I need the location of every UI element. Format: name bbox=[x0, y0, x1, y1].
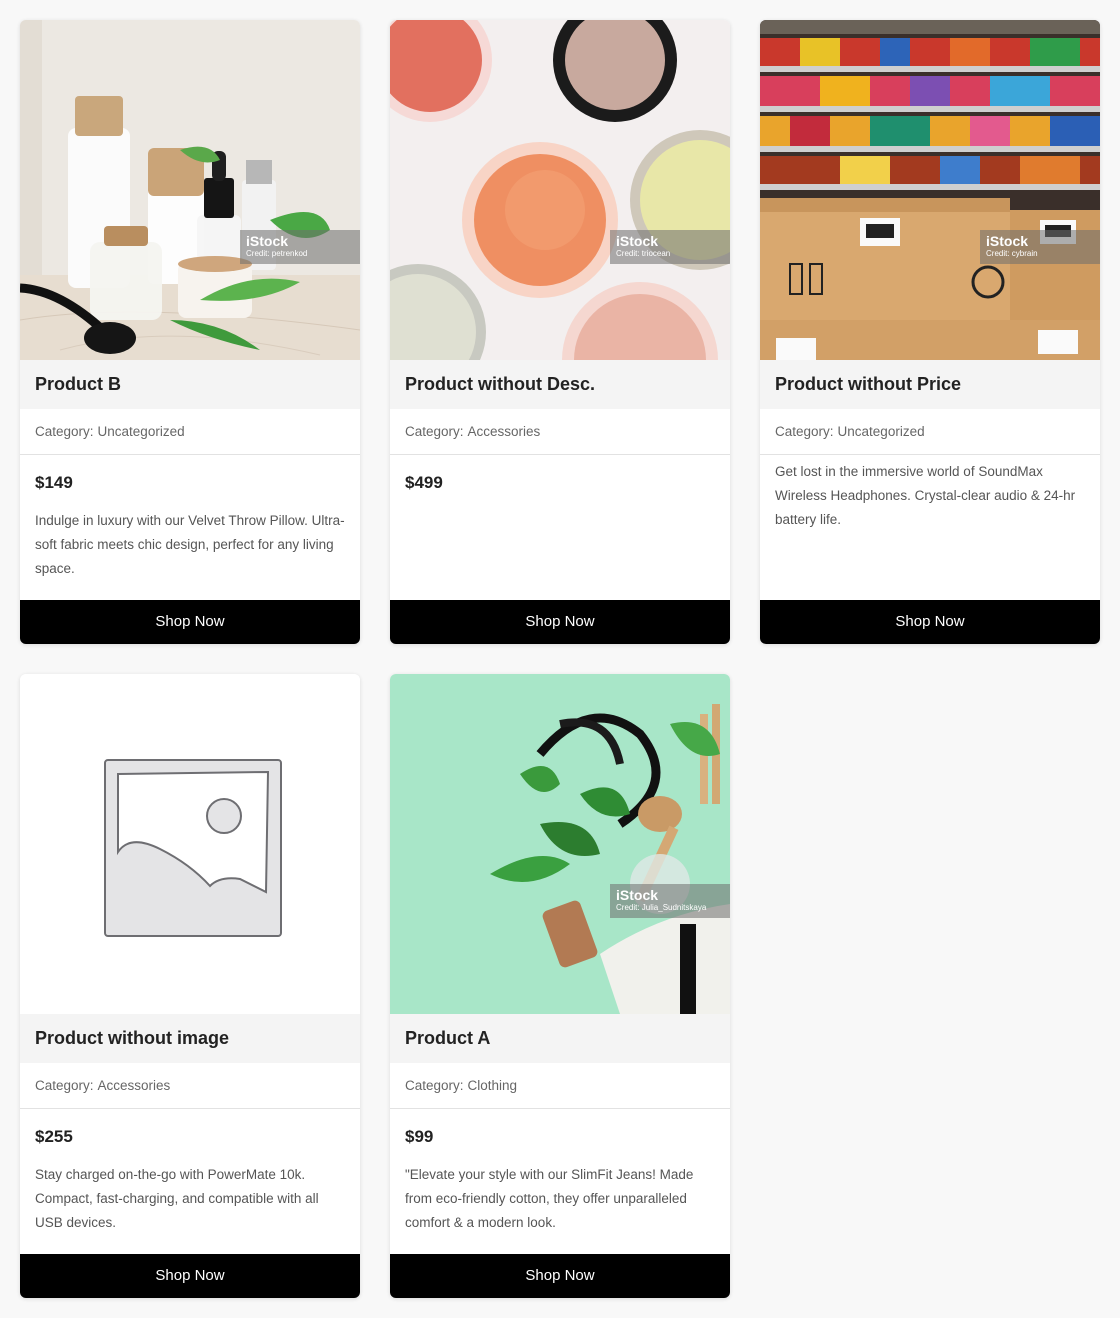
product-card: iStock Credit: triocean Product without … bbox=[390, 20, 730, 644]
product-card: Product without image Category: Accessori… bbox=[20, 674, 360, 1298]
shop-now-button[interactable]: Shop Now bbox=[760, 600, 1100, 644]
category-label: Category: bbox=[35, 424, 94, 439]
product-price: $499 bbox=[405, 473, 443, 492]
product-category: Category: Uncategorized bbox=[760, 409, 1100, 455]
watermark: iStock Credit: petrenkod bbox=[240, 230, 360, 264]
watermark: iStock Credit: cybrain bbox=[980, 230, 1100, 264]
product-description: Stay charged on-the-go with PowerMate 10… bbox=[35, 1167, 319, 1230]
product-price: $99 bbox=[405, 1127, 434, 1146]
shop-now-button[interactable]: Shop Now bbox=[20, 1254, 360, 1298]
product-image[interactable]: iStock Credit: Julia_Sudnitskaya bbox=[390, 674, 730, 1014]
category-value[interactable]: Clothing bbox=[468, 1078, 518, 1093]
product-category: Category: Accessories bbox=[390, 409, 730, 455]
watermark-credit: Credit: triocean bbox=[616, 249, 671, 258]
product-title[interactable]: Product A bbox=[390, 1014, 730, 1063]
product-image[interactable]: iStock Credit: petrenkod bbox=[20, 20, 360, 360]
product-card: iStock Credit: Julia_Sudnitskaya Product… bbox=[390, 674, 730, 1298]
product-description: "Elevate your style with our SlimFit Jea… bbox=[405, 1167, 694, 1230]
category-label: Category: bbox=[405, 424, 464, 439]
category-value[interactable]: Uncategorized bbox=[98, 424, 185, 439]
product-image[interactable]: iStock Credit: cybrain bbox=[760, 20, 1100, 360]
watermark-credit: Credit: petrenkod bbox=[246, 249, 308, 258]
product-image[interactable] bbox=[20, 674, 360, 1014]
watermark: iStock Credit: Julia_Sudnitskaya bbox=[610, 884, 730, 918]
product-category: Category: Uncategorized bbox=[20, 409, 360, 455]
product-grid: iStock Credit: petrenkod Product B Categ… bbox=[20, 20, 1100, 1298]
shop-now-button[interactable]: Shop Now bbox=[390, 1254, 730, 1298]
watermark-brand: iStock bbox=[986, 233, 1029, 249]
store-shelves-boxes-photo bbox=[760, 20, 1100, 360]
category-label: Category: bbox=[775, 424, 834, 439]
image-placeholder-icon bbox=[20, 674, 360, 1014]
product-title[interactable]: Product without Price bbox=[760, 360, 1100, 409]
product-title[interactable]: Product without Desc. bbox=[390, 360, 730, 409]
product-card: iStock Credit: petrenkod Product B Categ… bbox=[20, 20, 360, 644]
product-title[interactable]: Product B bbox=[20, 360, 360, 409]
product-category: Category: Clothing bbox=[390, 1063, 730, 1109]
product-card: iStock Credit: cybrain Product without P… bbox=[760, 20, 1100, 644]
watermark-credit: Credit: cybrain bbox=[986, 249, 1038, 258]
skincare-bottles-photo bbox=[20, 20, 360, 360]
product-price: $255 bbox=[35, 1127, 73, 1146]
category-label: Category: bbox=[35, 1078, 94, 1093]
product-title[interactable]: Product without image bbox=[20, 1014, 360, 1063]
category-value[interactable]: Uncategorized bbox=[838, 424, 925, 439]
category-value[interactable]: Accessories bbox=[98, 1078, 171, 1093]
product-price: $149 bbox=[35, 473, 73, 492]
shop-now-button[interactable]: Shop Now bbox=[390, 600, 730, 644]
product-description: Indulge in luxury with our Velvet Throw … bbox=[35, 513, 345, 576]
category-label: Category: bbox=[405, 1078, 464, 1093]
watermark-brand: iStock bbox=[616, 887, 659, 903]
watermark-brand: iStock bbox=[616, 233, 659, 249]
product-category: Category: Accessories bbox=[20, 1063, 360, 1109]
watermark-brand: iStock bbox=[246, 233, 289, 249]
cosmetic-jars-photo bbox=[390, 20, 730, 360]
eco-tote-bag-photo bbox=[390, 674, 730, 1014]
product-image[interactable]: iStock Credit: triocean bbox=[390, 20, 730, 360]
product-description: Get lost in the immersive world of Sound… bbox=[775, 464, 1076, 527]
watermark-credit: Credit: Julia_Sudnitskaya bbox=[616, 903, 707, 912]
category-value[interactable]: Accessories bbox=[468, 424, 541, 439]
shop-now-button[interactable]: Shop Now bbox=[20, 600, 360, 644]
watermark: iStock Credit: triocean bbox=[610, 230, 730, 264]
